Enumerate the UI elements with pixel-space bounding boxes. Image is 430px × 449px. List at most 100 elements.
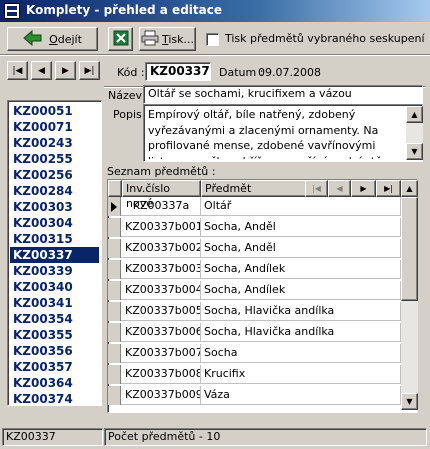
kod-label: Kód : [117,66,145,79]
cell-inv-number[interactable]: KZ00337b008 [122,365,201,384]
grid-scrollbar[interactable]: ▲ ▼ [401,180,418,410]
column-header-inv[interactable]: Inv.číslo nové [122,180,201,210]
nav-prev-button[interactable]: ◀ [31,61,52,80]
table-row[interactable]: KZ00337b008 Krucifix [108,365,401,384]
grid-scroll-down-icon[interactable]: ▼ [401,393,418,410]
print-items-checkbox[interactable] [206,33,219,46]
nazev-field[interactable]: Oltář se sochami, krucifixem a vázou [143,85,423,104]
cell-inv-number[interactable]: KZ00337b001 [122,218,201,237]
exit-label: Odejít [49,32,82,46]
list-item[interactable]: KZ00339 [10,263,99,279]
cell-predmet[interactable]: Socha, Anděl [201,218,401,237]
table-row[interactable]: KZ00337b003 Socha, Andílek [108,260,401,279]
list-item[interactable]: KZ00364 [10,375,99,391]
exit-button[interactable]: Odejít [7,27,98,51]
collection-list[interactable]: KZ00051 KZ00071 KZ00243 KZ00255 KZ00256 KZ002… [7,100,102,406]
status-left: KZ00337 [2,428,103,446]
table-row[interactable]: KZ00337b004 Socha, Andílek [108,281,401,300]
list-item[interactable]: KZ00256 [10,167,99,183]
scroll-up-icon[interactable]: ▲ [406,106,423,123]
cell-predmet[interactable]: Socha, Anděl [201,239,401,258]
table-row[interactable]: KZ00337b005 Socha, Hlavička andílka [108,302,401,321]
list-item[interactable]: KZ00357 [10,359,99,375]
cell-inv-number[interactable]: KZ00337b003 [122,260,201,279]
table-row[interactable]: KZ00337b001 Socha, Anděl [108,218,401,237]
cell-inv-number[interactable]: KZ00337b009 [122,386,201,405]
list-item[interactable]: KZ00337 [10,247,99,263]
list-item[interactable]: KZ00303 [10,199,99,215]
table-row[interactable]: KZ00337b006 Socha, Hlavička andílka [108,323,401,342]
table-row[interactable]: KZ00337a Oltář [108,197,401,216]
row-selector[interactable] [108,239,121,258]
popis-field[interactable]: Empírový oltář, bíle natřený, zdobený vy… [143,104,423,162]
grid-scroll-up-icon[interactable]: ▲ [401,180,418,197]
print-button[interactable]: Tisk... [139,27,196,51]
row-selector[interactable] [108,218,121,237]
list-item[interactable]: KZ00341 [10,295,99,311]
nav-next-button[interactable]: ▶ [55,61,76,80]
list-item[interactable]: KZ00284 [10,183,99,199]
list-item[interactable]: KZ00304 [10,215,99,231]
grid-prev-button[interactable]: ◀ [328,180,351,197]
cell-predmet[interactable]: Socha, Hlavička andílka [201,302,401,321]
excel-button[interactable] [108,27,133,51]
exit-arrow-icon [23,29,43,49]
print-items-label[interactable]: Tisk předmětů vybraného seskupení [225,32,425,45]
list-item[interactable]: KZ00354 [10,311,99,327]
items-grid[interactable]: Inv.číslo nové Předmět |◀ ◀ ▶ ▶| KZ00337… [107,179,418,413]
current-row-icon [111,202,117,212]
row-selector[interactable] [108,302,121,321]
list-item[interactable]: KZ00255 [10,151,99,167]
table-row[interactable]: KZ00337b009 Váza [108,386,401,405]
kod-field[interactable]: KZ00337 [145,62,211,81]
list-item[interactable]: KZ00243 [10,135,99,151]
scroll-down-icon[interactable]: ▼ [406,143,423,160]
popis-text: Empírový oltář, bíle natřený, zdobený vy… [148,108,399,159]
cell-inv-number[interactable]: KZ00337a [122,197,201,216]
grid-first-button[interactable]: |◀ [305,180,328,197]
table-row[interactable]: KZ00337b007 Socha [108,344,401,363]
list-item[interactable]: KZ00356 [10,343,99,359]
list-item[interactable]: KZ00340 [10,279,99,295]
cell-predmet[interactable]: Oltář [201,197,401,216]
cell-predmet[interactable]: Socha, Hlavička andílka [201,323,401,342]
printer-icon [141,30,159,49]
row-selector[interactable] [108,281,121,300]
cell-inv-number[interactable]: KZ00337b004 [122,281,201,300]
list-item[interactable]: KZ00071 [10,119,99,135]
toolbar-separator [0,54,430,56]
title-bar[interactable]: Komplety - přehled a editace [0,0,430,22]
app-icon [4,3,20,19]
popis-scrollbar[interactable]: ▲ ▼ [406,106,423,160]
grid-last-button[interactable]: ▶| [376,180,401,197]
status-right: Počet předmětů - 10 [104,428,427,446]
cell-predmet[interactable]: Socha, Andílek [201,260,401,279]
cell-predmet[interactable]: Socha, Andílek [201,281,401,300]
cell-inv-number[interactable]: KZ00337b005 [122,302,201,321]
datum-value: 09.07.2008 [258,66,321,79]
list-item[interactable]: KZ00374 [10,391,99,405]
row-selector[interactable] [108,344,121,363]
grid-scroll-thumb[interactable] [401,197,418,301]
cell-inv-number[interactable]: KZ00337b002 [122,239,201,258]
nav-last-button[interactable]: ▶| [79,61,100,80]
datum-label: Datum : [219,66,264,79]
cell-predmet[interactable]: Krucifix [201,365,401,384]
list-item[interactable]: KZ00315 [10,231,99,247]
row-selector[interactable] [108,386,121,405]
nav-first-button[interactable]: |◀ [7,61,28,80]
row-selector[interactable] [108,260,121,279]
excel-icon [113,30,129,49]
cell-predmet[interactable]: Socha [201,344,401,363]
row-selector[interactable] [108,323,121,342]
row-selector[interactable] [108,197,121,216]
table-row[interactable]: KZ00337b002 Socha, Anděl [108,239,401,258]
row-selector[interactable] [108,365,121,384]
list-item[interactable]: KZ00355 [10,327,99,343]
cell-predmet[interactable]: Váza [201,386,401,405]
cell-inv-number[interactable]: KZ00337b006 [122,323,201,342]
list-item[interactable]: KZ00051 [10,103,99,119]
window-title: Komplety - přehled a editace [26,3,222,17]
grid-next-button[interactable]: ▶ [351,180,376,197]
cell-inv-number[interactable]: KZ00337b007 [122,344,201,363]
